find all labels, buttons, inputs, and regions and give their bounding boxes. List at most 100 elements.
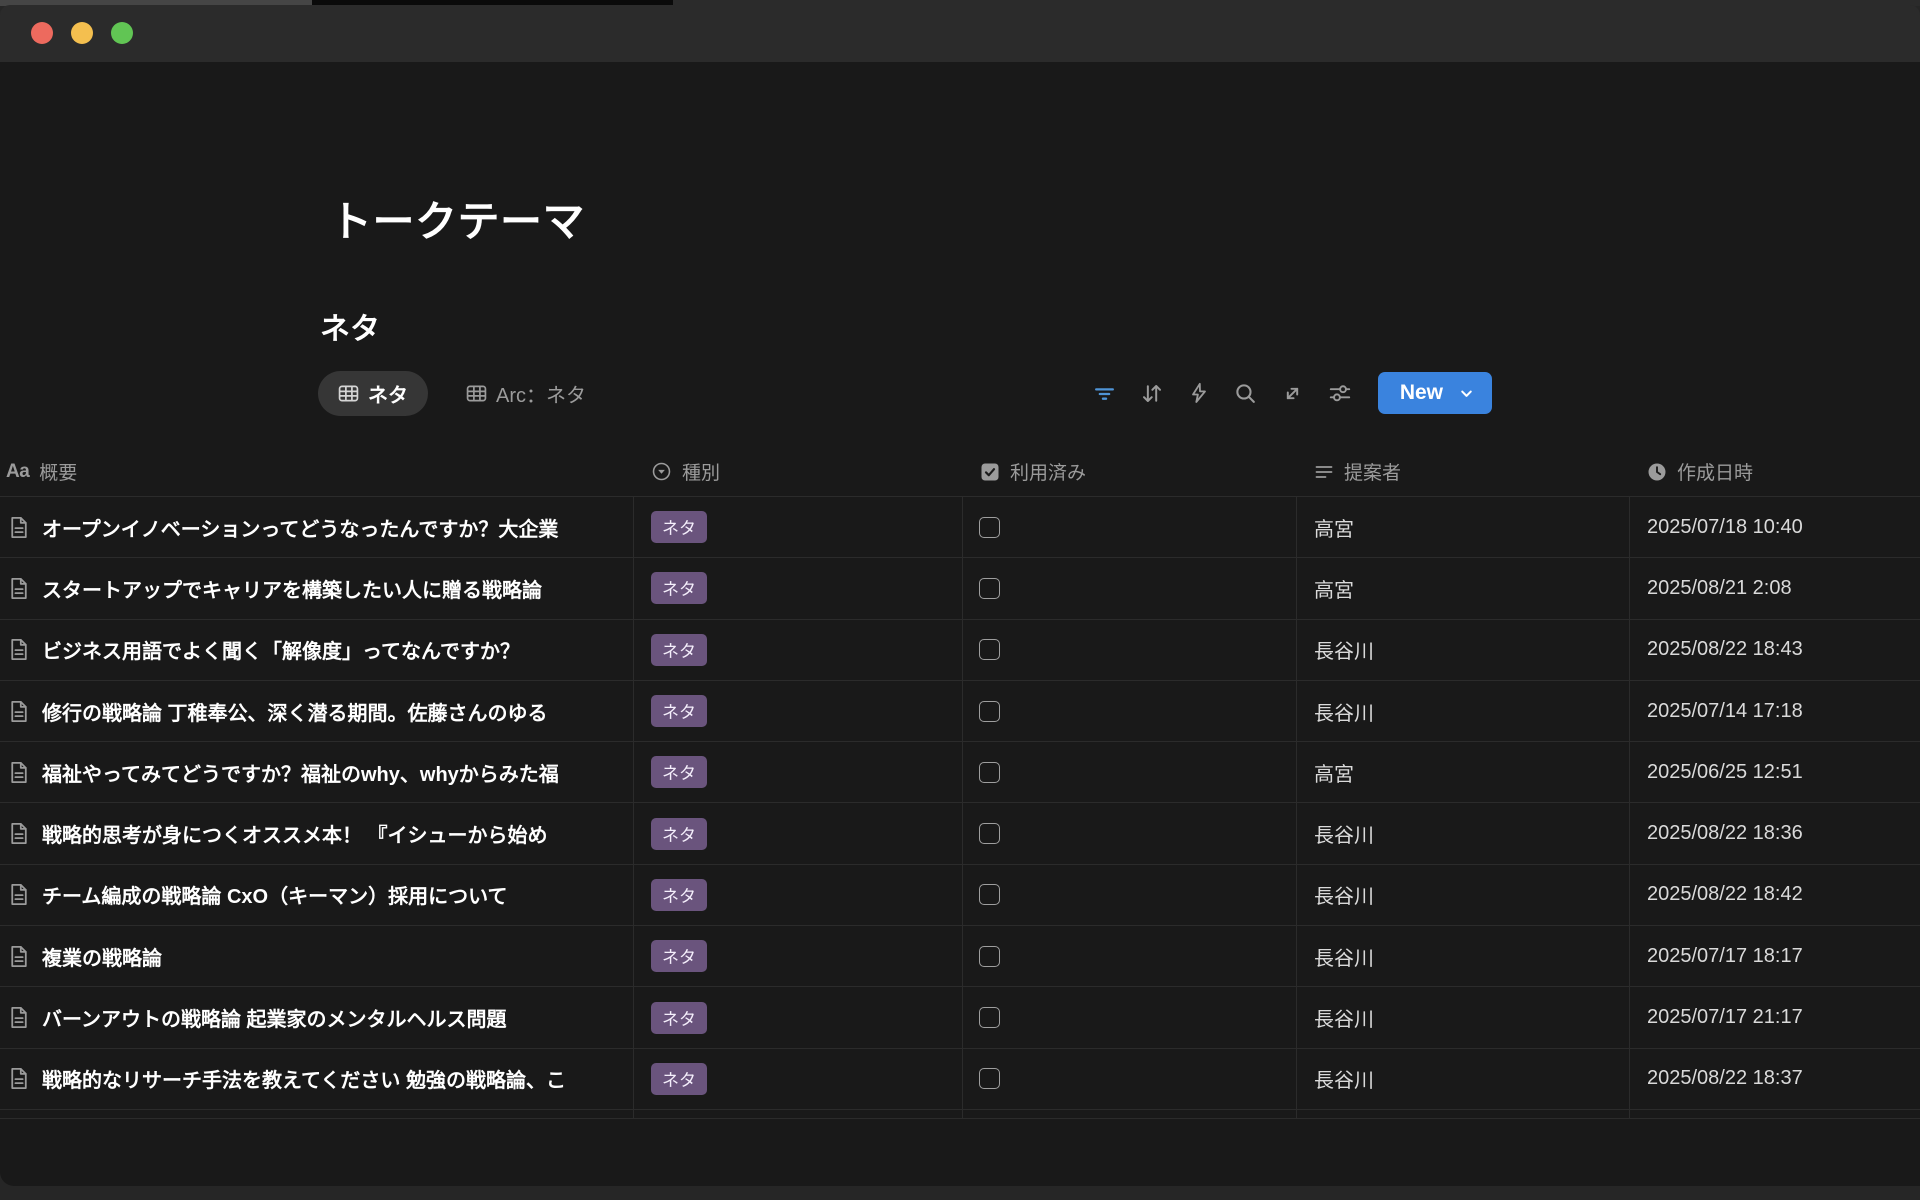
proposer-cell[interactable]: 長谷川: [1297, 803, 1630, 864]
table-row[interactable]: 修行の戦略論 丁稚奉公、深く潜る期間。佐藤さんのゆる ネタ 長谷川 2025/0…: [0, 681, 1920, 742]
table-view-icon: [338, 383, 359, 404]
title-cell[interactable]: 複業の戦略論: [0, 926, 634, 987]
used-cell[interactable]: [963, 742, 1297, 803]
row-title: オープンイノベーションってどうなったんですか？大企業: [42, 513, 633, 542]
created-cell[interactable]: 2025/08/22 18:42: [1630, 865, 1920, 926]
used-checkbox[interactable]: [979, 762, 1000, 783]
type-cell[interactable]: ネタ: [634, 1049, 963, 1110]
column-header-created[interactable]: 作成日時: [1630, 447, 1920, 496]
table-row[interactable]: 戦略的思考が身につくオススメ本！ 『イシューから始め ネタ 長谷川 2025/0…: [0, 803, 1920, 864]
proposer-cell[interactable]: 長谷川: [1297, 1049, 1630, 1110]
view-tab-arc-neta[interactable]: Arc：ネタ: [446, 371, 606, 416]
type-cell[interactable]: ネタ: [634, 620, 963, 681]
type-cell[interactable]: ネタ: [634, 865, 963, 926]
column-header-type[interactable]: 種別: [634, 447, 963, 496]
created-cell[interactable]: 2025/07/14 17:18: [1630, 681, 1920, 742]
created-cell[interactable]: 2025/08/21 2:08: [1630, 558, 1920, 619]
used-cell[interactable]: [963, 803, 1297, 864]
created-cell[interactable]: 2025/08/22 18:37: [1630, 1049, 1920, 1110]
automations-icon[interactable]: [1186, 380, 1212, 406]
collection-heading[interactable]: ネタ: [320, 304, 380, 348]
table-row[interactable]: ビジネス用語でよく聞く「解像度」ってなんですか？ ネタ 長谷川 2025/08/…: [0, 620, 1920, 681]
created-cell[interactable]: 2025/07/18 10:40: [1630, 497, 1920, 558]
title-cell[interactable]: 修行の戦略論 丁稚奉公、深く潜る期間。佐藤さんのゆる: [0, 681, 634, 742]
created-time-text: 2025/08/22 18:43: [1647, 638, 1803, 661]
column-header-summary[interactable]: Aa 概要: [0, 447, 634, 496]
used-checkbox[interactable]: [979, 1068, 1000, 1089]
column-label: 種別: [682, 458, 720, 485]
proposer-cell[interactable]: 長谷川: [1297, 620, 1630, 681]
table-row[interactable]: オープンイノベーションってどうなったんですか？大企業 ネタ 高宮 2025/07…: [0, 497, 1920, 558]
type-cell[interactable]: ネタ: [634, 803, 963, 864]
proposer-cell[interactable]: 長谷川: [1297, 681, 1630, 742]
used-cell[interactable]: [963, 926, 1297, 987]
search-icon[interactable]: [1233, 380, 1259, 406]
type-cell[interactable]: ネタ: [634, 558, 963, 619]
table-row[interactable]: 福祉やってみてどうですか？福祉のwhy、whyからみた福 ネタ 高宮 2025/…: [0, 742, 1920, 803]
proposer-cell[interactable]: 長谷川: [1297, 926, 1630, 987]
chevron-down-icon[interactable]: [1457, 384, 1476, 403]
table-row[interactable]: 複業の戦略論 ネタ 長谷川 2025/07/17 18:17: [0, 926, 1920, 987]
used-cell[interactable]: [963, 620, 1297, 681]
filter-icon[interactable]: [1092, 380, 1118, 406]
used-checkbox[interactable]: [979, 517, 1000, 538]
close-button[interactable]: [31, 22, 53, 44]
type-cell[interactable]: ネタ: [634, 497, 963, 558]
proposer-cell[interactable]: 長谷川: [1297, 987, 1630, 1048]
title-cell[interactable]: 福祉やってみてどうですか？福祉のwhy、whyからみた福: [0, 742, 634, 803]
table-row[interactable]: チーム編成の戦略論 CxO（キーマン）採用について ネタ 長谷川 2025/08…: [0, 865, 1920, 926]
used-checkbox[interactable]: [979, 823, 1000, 844]
used-checkbox[interactable]: [979, 639, 1000, 660]
view-settings-icon[interactable]: [1327, 380, 1353, 406]
used-cell[interactable]: [963, 558, 1297, 619]
table-row[interactable]: スタートアップでキャリアを構築したい人に贈る戦略論 ネタ 高宮 2025/08/…: [0, 558, 1920, 619]
used-checkbox[interactable]: [979, 1007, 1000, 1028]
created-cell[interactable]: 2025/07/17 18:17: [1630, 926, 1920, 987]
created-time-text: 2025/08/22 18:37: [1647, 1067, 1803, 1090]
views-toolbar-row: ネタ Arc：ネタ: [318, 370, 1920, 416]
view-tab-neta[interactable]: ネタ: [318, 371, 428, 416]
title-cell[interactable]: スタートアップでキャリアを構築したい人に贈る戦略論: [0, 558, 634, 619]
used-checkbox[interactable]: [979, 701, 1000, 722]
created-cell[interactable]: 2025/08/22 18:43: [1630, 620, 1920, 681]
used-cell[interactable]: [963, 1049, 1297, 1110]
table-row[interactable]: 戦略的なリサーチ手法を教えてください 勉強の戦略論、こ ネタ 長谷川 2025/…: [0, 1049, 1920, 1110]
expand-icon[interactable]: [1280, 380, 1306, 406]
type-cell[interactable]: ネタ: [634, 926, 963, 987]
table-row[interactable]: バーンアウトの戦略論 起業家のメンタルヘルス問題 ネタ 長谷川 2025/07/…: [0, 987, 1920, 1048]
created-cell[interactable]: 2025/08/22 18:36: [1630, 803, 1920, 864]
column-header-used[interactable]: 利用済み: [963, 447, 1297, 496]
title-cell[interactable]: バーンアウトの戦略論 起業家のメンタルヘルス問題: [0, 987, 634, 1048]
minimize-button[interactable]: [71, 22, 93, 44]
row-title: バーンアウトの戦略論 起業家のメンタルヘルス問題: [42, 1003, 633, 1032]
used-checkbox[interactable]: [979, 884, 1000, 905]
column-header-proposer[interactable]: 提案者: [1297, 447, 1630, 496]
fullscreen-button[interactable]: [111, 22, 133, 44]
proposer-text: 長谷川: [1314, 635, 1374, 664]
used-cell[interactable]: [963, 865, 1297, 926]
sort-icon[interactable]: [1139, 380, 1165, 406]
created-cell[interactable]: 2025/07/17 21:17: [1630, 987, 1920, 1048]
type-cell[interactable]: ネタ: [634, 742, 963, 803]
table-end-row: [0, 1110, 1920, 1119]
new-button[interactable]: New: [1378, 372, 1492, 414]
title-cell[interactable]: チーム編成の戦略論 CxO（キーマン）採用について: [0, 865, 634, 926]
title-cell[interactable]: オープンイノベーションってどうなったんですか？大企業: [0, 497, 634, 558]
used-cell[interactable]: [963, 987, 1297, 1048]
proposer-cell[interactable]: 高宮: [1297, 742, 1630, 803]
proposer-cell[interactable]: 高宮: [1297, 497, 1630, 558]
used-checkbox[interactable]: [979, 578, 1000, 599]
proposer-cell[interactable]: 長谷川: [1297, 865, 1630, 926]
used-checkbox[interactable]: [979, 946, 1000, 967]
window-titlebar[interactable]: [0, 5, 1920, 62]
type-cell[interactable]: ネタ: [634, 987, 963, 1048]
proposer-cell[interactable]: 高宮: [1297, 558, 1630, 619]
used-cell[interactable]: [963, 681, 1297, 742]
used-cell[interactable]: [963, 497, 1297, 558]
type-cell[interactable]: ネタ: [634, 681, 963, 742]
created-cell[interactable]: 2025/06/25 12:51: [1630, 742, 1920, 803]
page-title[interactable]: トークテーマ: [330, 188, 585, 249]
title-cell[interactable]: ビジネス用語でよく聞く「解像度」ってなんですか？: [0, 620, 634, 681]
title-cell[interactable]: 戦略的なリサーチ手法を教えてください 勉強の戦略論、こ: [0, 1049, 634, 1110]
title-cell[interactable]: 戦略的思考が身につくオススメ本！ 『イシューから始め: [0, 803, 634, 864]
